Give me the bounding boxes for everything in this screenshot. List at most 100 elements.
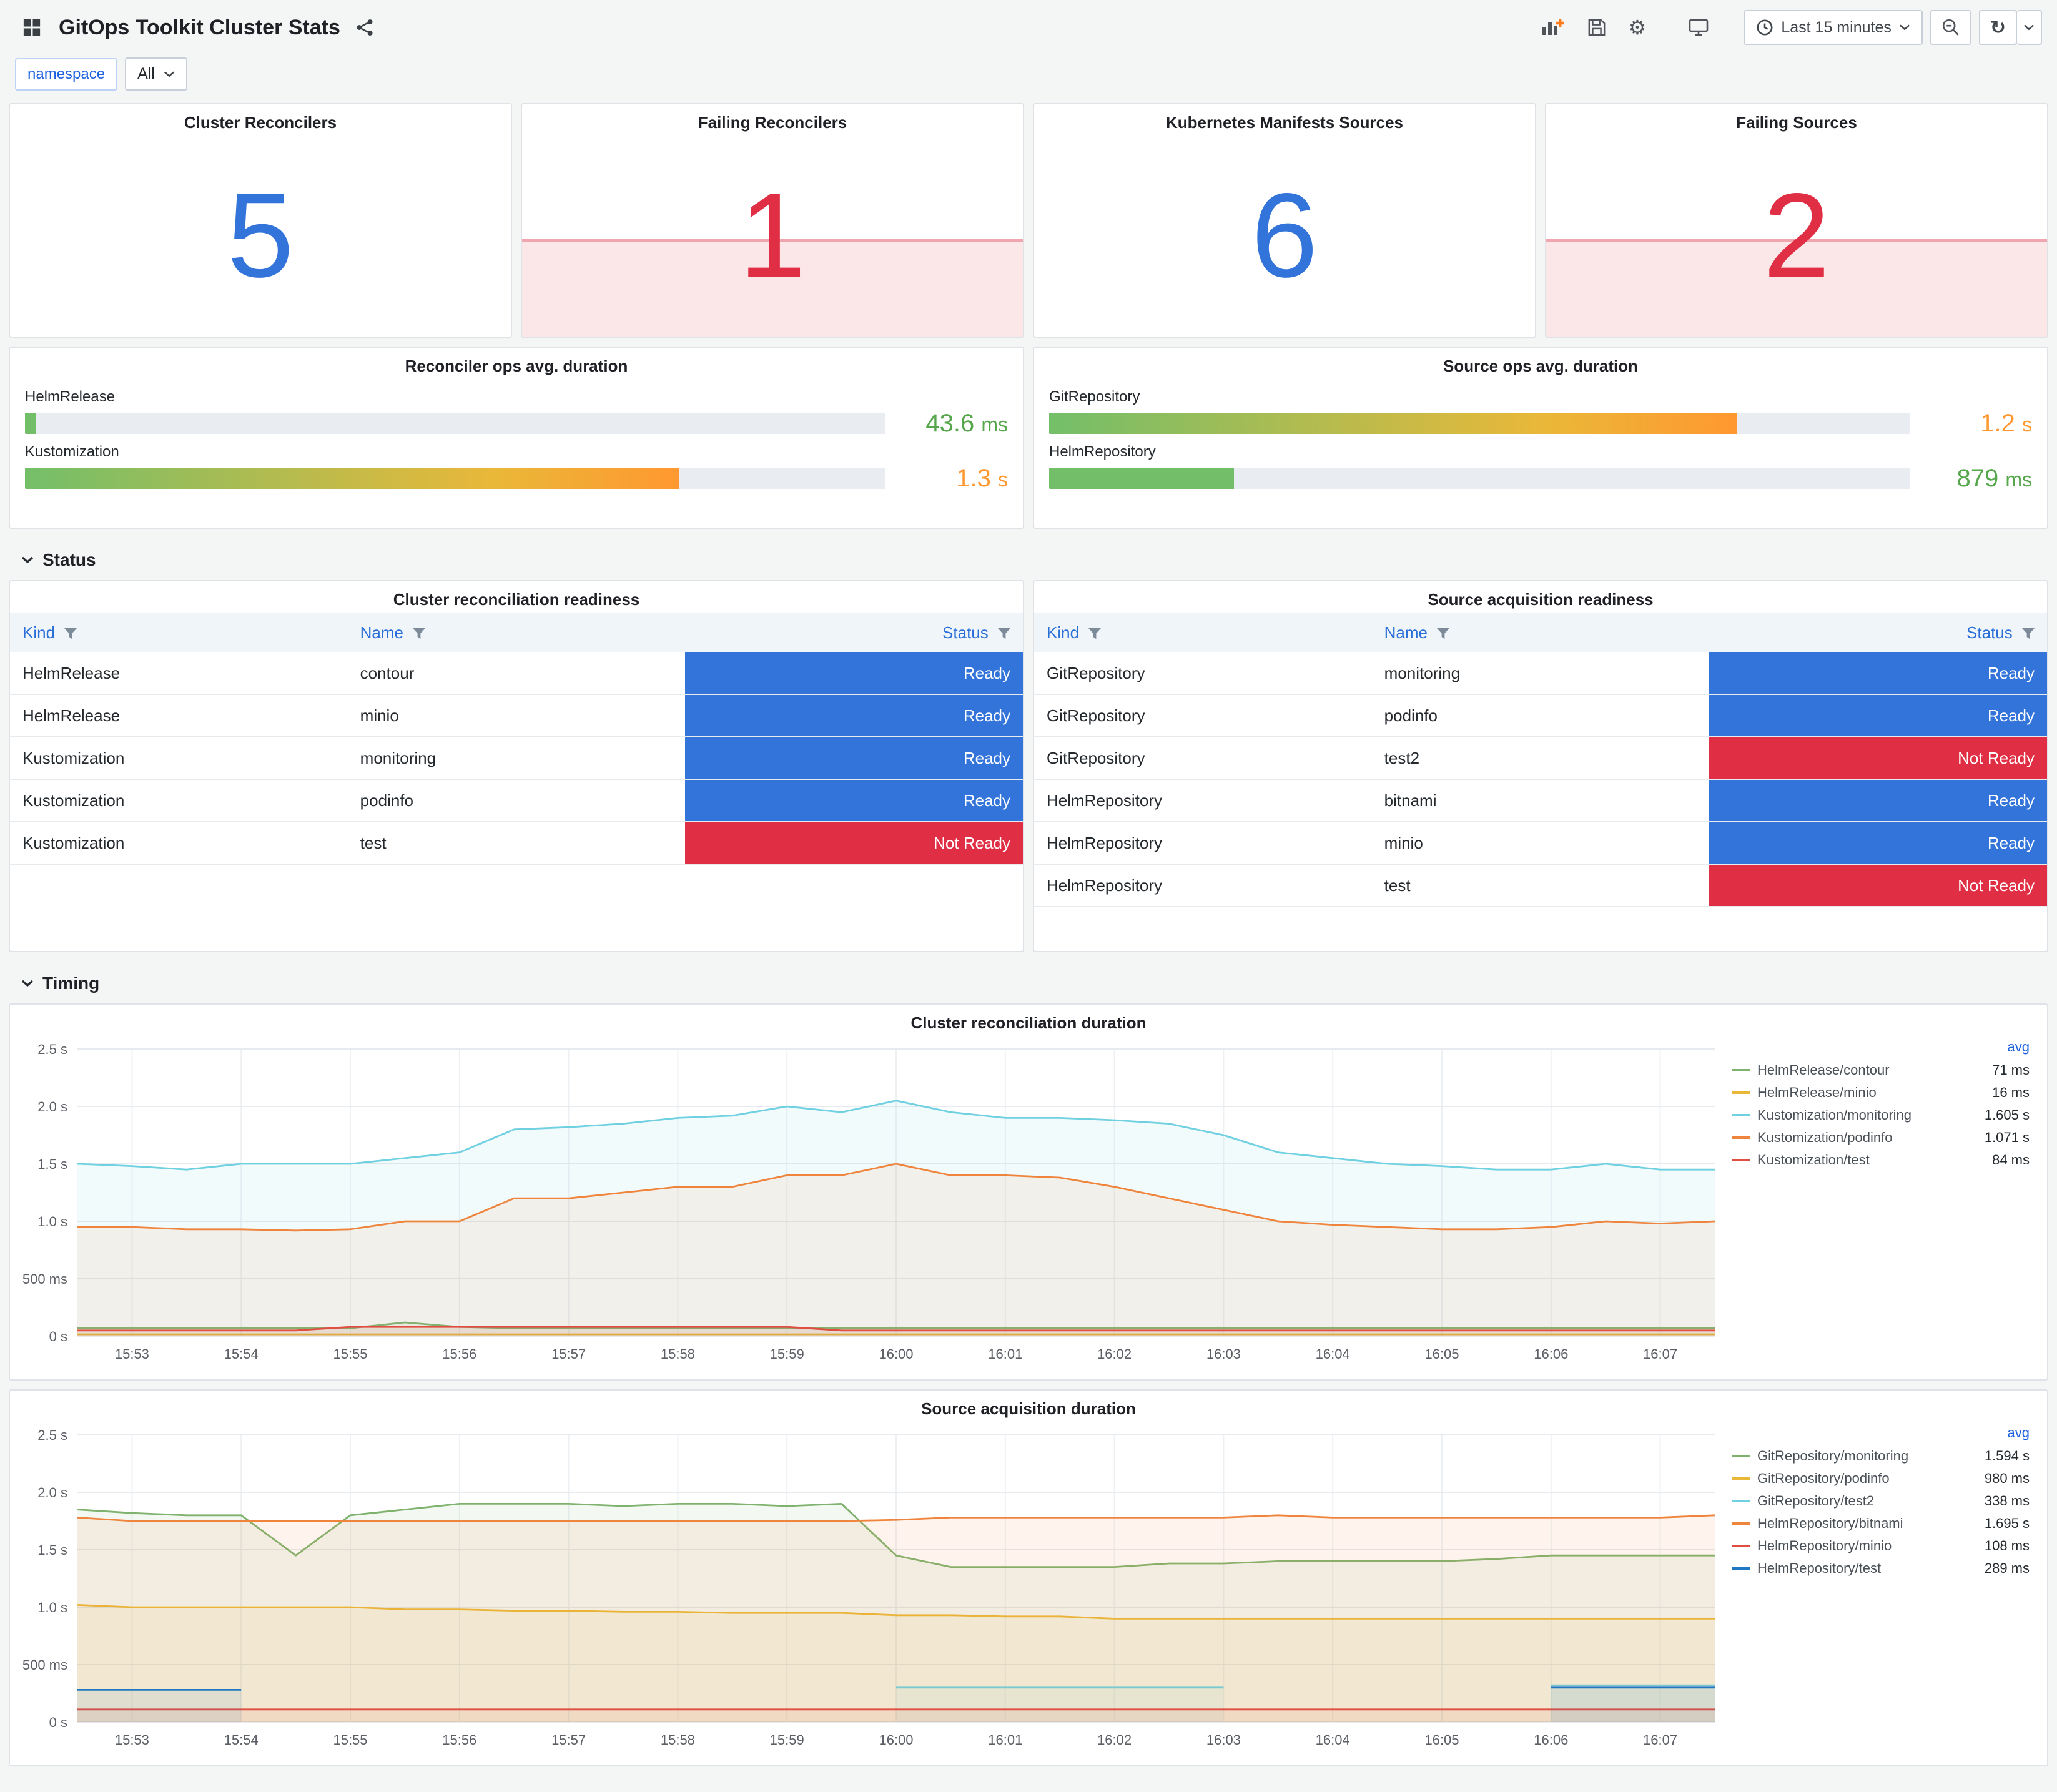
legend-series-name[interactable]: Kustomization/monitoring bbox=[1757, 1107, 1911, 1123]
add-panel-button[interactable] bbox=[1534, 12, 1572, 42]
svg-text:0 s: 0 s bbox=[49, 1715, 67, 1730]
svg-text:16:07: 16:07 bbox=[1643, 1732, 1677, 1748]
cycle-view-mode-button[interactable] bbox=[1681, 13, 1716, 42]
cell-name: minio bbox=[347, 694, 686, 737]
legend-item: HelmRepository/test 289 ms bbox=[1732, 1557, 2030, 1580]
column-header-status[interactable]: Status bbox=[685, 613, 1023, 652]
legend-series-marker bbox=[1732, 1091, 1750, 1094]
stat-panel-failing-sources: Failing Sources 2 bbox=[1545, 103, 2048, 338]
svg-text:16:03: 16:03 bbox=[1206, 1732, 1241, 1748]
legend-series-name[interactable]: HelmRelease/minio bbox=[1757, 1085, 1877, 1101]
panel-source-acquisition-duration: Source acquisition duration 15:53 15:54 15… bbox=[9, 1389, 2048, 1766]
stat-value: 2 bbox=[1763, 168, 1830, 302]
namespace-variable-label[interactable]: namespace bbox=[15, 57, 118, 91]
timeseries-plot[interactable]: 15:53 15:54 15:55 15:56 15:57 15:58 15:59 16:00… bbox=[12, 1422, 1730, 1755]
bar-gauge-helmrelease: HelmRelease 43.6 ms bbox=[25, 388, 1008, 437]
gauges-row: Reconciler ops avg. duration HelmRelease… bbox=[9, 347, 2048, 529]
section-toggle-timing[interactable]: Timing bbox=[9, 961, 2048, 1003]
legend-series-marker bbox=[1732, 1545, 1750, 1547]
svg-text:15:56: 15:56 bbox=[442, 1732, 476, 1748]
legend-series-marker bbox=[1732, 1136, 1750, 1139]
svg-text:1.0 s: 1.0 s bbox=[37, 1214, 67, 1229]
bar-gauge-label: GitRepository bbox=[1049, 388, 1140, 405]
panel-source-ops-duration: Source ops avg. duration GitRepository 1… bbox=[1033, 347, 2048, 529]
refresh-button-group: ↻ bbox=[1978, 10, 2042, 45]
cell-kind: HelmRepository bbox=[1034, 864, 1372, 907]
filter-icon[interactable] bbox=[413, 628, 426, 639]
chevron-down-icon bbox=[164, 71, 174, 77]
panel-grid: Cluster Reconcilers 5 Failing Reconciler… bbox=[0, 103, 2057, 1785]
svg-text:15:59: 15:59 bbox=[770, 1346, 804, 1362]
refresh-button[interactable]: ↻ bbox=[1978, 10, 2017, 45]
time-range-picker[interactable]: Last 15 minutes bbox=[1744, 10, 1923, 45]
refresh-interval-dropdown[interactable] bbox=[2017, 10, 2042, 45]
share-dashboard-button[interactable] bbox=[348, 13, 382, 42]
column-header-kind[interactable]: Kind bbox=[10, 613, 348, 652]
filter-icon[interactable] bbox=[64, 628, 77, 639]
legend-series-name[interactable]: GitRepository/test2 bbox=[1757, 1493, 1874, 1509]
svg-text:2.0 s: 2.0 s bbox=[37, 1485, 67, 1500]
apps-menu-button[interactable] bbox=[15, 13, 49, 42]
bar-gauge-track bbox=[1049, 468, 1910, 489]
legend-series-avg: 84 ms bbox=[1992, 1152, 2030, 1168]
bar-gauge-label: HelmRepository bbox=[1049, 443, 1156, 460]
readiness-table: Kind Name Status GitRepository monitoring… bbox=[1034, 613, 2047, 907]
svg-text:15:56: 15:56 bbox=[442, 1346, 476, 1362]
section-toggle-status[interactable]: Status bbox=[9, 538, 2048, 580]
bar-gauge-fill bbox=[25, 413, 36, 434]
cell-name: contour bbox=[347, 652, 686, 695]
filter-icon[interactable] bbox=[2022, 628, 2035, 639]
namespace-variable-select[interactable]: All bbox=[125, 57, 187, 91]
column-header-status[interactable]: Status bbox=[1709, 613, 2047, 652]
filter-icon[interactable] bbox=[1437, 628, 1450, 639]
panel-title: Failing Reconcilers bbox=[698, 113, 847, 132]
timeseries-plot[interactable]: 15:53 15:54 15:55 15:56 15:57 15:58 15:59 16:00… bbox=[12, 1036, 1730, 1369]
legend-item: Kustomization/test 84 ms bbox=[1732, 1149, 2030, 1171]
legend-series-name[interactable]: GitRepository/monitoring bbox=[1757, 1448, 1908, 1464]
plot-canvas[interactable]: 15:53 15:54 15:55 15:56 15:57 15:58 15:59 16:00… bbox=[12, 1422, 1730, 1755]
zoom-out-icon bbox=[1942, 19, 1959, 36]
legend-item: GitRepository/podinfo 980 ms bbox=[1732, 1467, 2030, 1490]
chart-legend: avg HelmRelease/contour 71 ms HelmRelease/m… bbox=[1730, 1036, 2042, 1369]
legend-avg-header[interactable]: avg bbox=[1732, 1425, 2030, 1441]
legend-series-name[interactable]: HelmRepository/bitnami bbox=[1757, 1515, 1903, 1532]
column-header-name[interactable]: Name bbox=[347, 613, 686, 652]
stat-value: 6 bbox=[1251, 168, 1318, 302]
svg-text:16:02: 16:02 bbox=[1097, 1346, 1132, 1362]
legend-series-avg: 980 ms bbox=[1984, 1470, 2030, 1486]
plot-canvas[interactable]: 15:53 15:54 15:55 15:56 15:57 15:58 15:59 16:00… bbox=[12, 1036, 1730, 1369]
cell-name: monitoring bbox=[1371, 652, 1710, 695]
svg-text:2.0 s: 2.0 s bbox=[37, 1099, 67, 1115]
svg-text:15:54: 15:54 bbox=[224, 1732, 259, 1748]
svg-text:16:06: 16:06 bbox=[1534, 1346, 1568, 1362]
legend-series-name[interactable]: HelmRepository/test bbox=[1757, 1560, 1881, 1577]
cell-kind: GitRepository bbox=[1034, 694, 1372, 737]
chevron-down-icon bbox=[21, 980, 34, 987]
legend-series-marker bbox=[1732, 1159, 1750, 1161]
filter-icon[interactable] bbox=[1088, 628, 1102, 639]
status-badge: Ready bbox=[685, 695, 1023, 736]
legend-series-name[interactable]: HelmRelease/contour bbox=[1757, 1062, 1890, 1078]
save-dashboard-button[interactable] bbox=[1580, 13, 1614, 42]
column-header-kind[interactable]: Kind bbox=[1034, 613, 1372, 652]
dashboard-settings-button[interactable]: ⚙ bbox=[1621, 12, 1654, 42]
svg-text:15:55: 15:55 bbox=[333, 1732, 367, 1748]
svg-text:16:03: 16:03 bbox=[1206, 1346, 1241, 1362]
status-badge: Ready bbox=[685, 780, 1023, 821]
bar-gauge-value: 43.6 ms bbox=[925, 410, 1008, 437]
legend-series-name[interactable]: Kustomization/podinfo bbox=[1757, 1130, 1892, 1146]
grafana-dashboard: GitOps Toolkit Cluster Stats ⚙ Last 15 m… bbox=[0, 0, 2057, 1785]
legend-avg-header[interactable]: avg bbox=[1732, 1039, 2030, 1055]
column-header-name[interactable]: Name bbox=[1371, 613, 1710, 652]
zoom-out-time-button[interactable] bbox=[1930, 10, 1971, 45]
status-badge: Ready bbox=[685, 737, 1023, 779]
legend-series-name[interactable]: HelmRepository/minio bbox=[1757, 1538, 1892, 1554]
legend-series-name[interactable]: Kustomization/test bbox=[1757, 1152, 1870, 1168]
cell-kind: HelmRelease bbox=[10, 652, 348, 695]
filter-icon[interactable] bbox=[998, 628, 1010, 639]
monitor-icon bbox=[1689, 19, 1709, 36]
cell-name: monitoring bbox=[347, 737, 686, 780]
legend-series-name[interactable]: GitRepository/podinfo bbox=[1757, 1470, 1890, 1487]
legend-series-avg: 16 ms bbox=[1992, 1085, 2030, 1100]
panel-title: Failing Sources bbox=[1736, 113, 1857, 132]
